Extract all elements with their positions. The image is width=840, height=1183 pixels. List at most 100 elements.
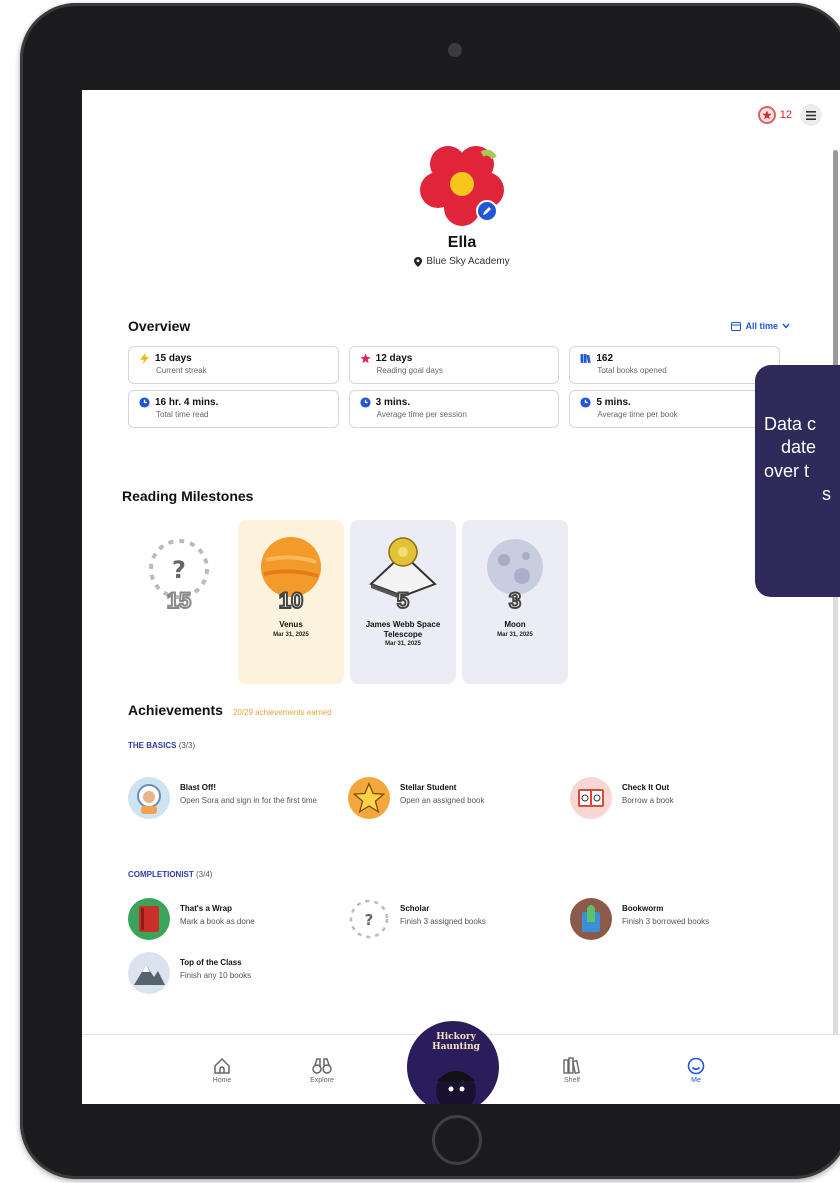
achievement-top-of-the-class[interactable]: Top of the Class Finish any 10 books: [128, 952, 338, 994]
user-name: Ella: [447, 234, 477, 251]
milestone-date: Mar 31, 2025: [273, 631, 309, 638]
star-badge[interactable]: 12: [757, 106, 792, 124]
star-count: 12: [779, 109, 792, 121]
nav-label: Me: [691, 1077, 701, 1084]
stat-card-books-opened: 162 Total books opened: [569, 346, 780, 384]
chevron-down-icon: [782, 323, 790, 329]
milestone-date: Mar 31, 2025: [497, 631, 533, 638]
stat-value: 15 days: [155, 353, 192, 364]
clock-icon: [139, 397, 150, 408]
achievement-desc: Open Sora and sign in for the first time: [180, 796, 317, 805]
achievement-scholar[interactable]: ? Scholar Finish 3 assigned books: [348, 898, 558, 940]
achievement-blast-off[interactable]: Blast Off! Open Sora and sign in for the…: [128, 777, 338, 819]
milestone-card-locked[interactable]: ? 15: [126, 520, 232, 684]
achievement-name: That's a Wrap: [180, 904, 232, 913]
milestone-name: Venus: [279, 620, 303, 629]
book-cover-art-icon: [436, 1071, 476, 1104]
open-book-icon: [570, 777, 612, 819]
camera: [448, 43, 462, 57]
info-tooltip: Data c date over t s: [755, 365, 840, 597]
profile-header: Ella Blue Sky Academy: [82, 142, 840, 267]
achievement-bookworm[interactable]: Bookworm Finish 3 borrowed books: [570, 898, 780, 940]
achievement-stellar-student[interactable]: Stellar Student Open an assigned book: [348, 777, 558, 819]
stat-label: Reading goal days: [376, 366, 443, 375]
home-icon: [214, 1057, 230, 1074]
stat-value: 162: [596, 353, 614, 364]
tablet-frame: 12 Ella Blue Sky Academy Overview All ti…: [20, 3, 840, 1179]
calendar-icon: [731, 322, 742, 331]
location-pin-icon: [414, 256, 423, 267]
time-filter-dropdown[interactable]: All time: [731, 321, 790, 331]
bookworm-icon: [570, 898, 612, 940]
achievement-check-it-out[interactable]: Check It Out Borrow a book: [570, 777, 780, 819]
stat-label: Average time per session: [376, 410, 467, 419]
group-progress: (3/3): [178, 741, 196, 750]
nav-explore[interactable]: Explore: [292, 1055, 352, 1084]
clock-icon: [580, 397, 591, 408]
binoculars-icon: [312, 1058, 332, 1074]
milestones-row: ? 15 10 Venus Mar 31, 2025 5 James Webb …: [126, 520, 568, 684]
milestones-title: Reading Milestones: [122, 488, 254, 504]
hamburger-icon: [806, 110, 816, 120]
shelf-icon: [563, 1057, 581, 1075]
achievement-name: Blast Off!: [180, 783, 216, 792]
tooltip-line: Data c: [764, 414, 817, 434]
overview-title: Overview: [128, 318, 191, 334]
nav-me[interactable]: Me: [666, 1055, 726, 1084]
stat-value: 16 hr. 4 mins.: [155, 397, 219, 408]
current-book-cover[interactable]: Hickory Haunting: [404, 1018, 502, 1104]
achievement-name: Top of the Class: [180, 958, 242, 967]
avatar[interactable]: [420, 142, 504, 226]
milestone-card-venus[interactable]: 10 Venus Mar 31, 2025: [238, 520, 344, 684]
school-line: Blue Sky Academy: [82, 256, 840, 267]
stat-value: 3 mins.: [375, 397, 411, 408]
stat-label: Current streak: [156, 366, 207, 375]
home-hardware-button[interactable]: [432, 1115, 482, 1165]
stat-value: 5 mins.: [596, 397, 631, 408]
achievement-desc: Finish any 10 books: [180, 971, 252, 980]
menu-button[interactable]: [800, 104, 822, 126]
achievement-name: Scholar: [400, 904, 430, 913]
stat-card-goal-days: 12 days Reading goal days: [348, 346, 560, 384]
stat-label: Total books opened: [597, 366, 667, 375]
achievements-count: 20/29 achievements earned: [232, 708, 332, 717]
stat-card-avg-session: 3 mins. Average time per session: [348, 390, 560, 428]
achievement-desc: Mark a book as done: [180, 917, 255, 926]
achievements-title: Achievements: [128, 702, 223, 718]
milestone-number: 15: [166, 587, 193, 614]
milestone-name: Moon: [504, 620, 526, 629]
star-icon: [360, 353, 371, 364]
group-label-basics: THE BASICS (3/3): [128, 741, 195, 750]
milestone-name: James Webb Space Telescope: [365, 620, 441, 639]
stellar-star-icon: [348, 777, 390, 819]
milestone-number: 10: [278, 587, 305, 614]
app-screen: 12 Ella Blue Sky Academy Overview All ti…: [82, 90, 840, 1104]
achievement-thats-a-wrap[interactable]: That's a Wrap Mark a book as done: [128, 898, 338, 940]
nav-shelf[interactable]: Shelf: [542, 1055, 602, 1084]
milestone-number: 3: [508, 587, 522, 614]
top-bar: 12: [757, 104, 822, 126]
achievement-name: Stellar Student: [400, 783, 457, 792]
overview-stats: 15 days Current streak 12 days Reading g…: [128, 346, 780, 428]
finished-book-icon: [128, 898, 170, 940]
milestone-card-moon[interactable]: 3 Moon Mar 31, 2025: [462, 520, 568, 684]
milestone-card-jwst[interactable]: 5 James Webb Space Telescope Mar 31, 202…: [350, 520, 456, 684]
tooltip-line: over t: [764, 460, 810, 481]
star-icon: [757, 106, 776, 124]
nav-home[interactable]: Home: [192, 1055, 252, 1084]
stat-card-streak: 15 days Current streak: [128, 346, 339, 384]
smiley-face-icon: [687, 1057, 705, 1075]
svg-text:?: ?: [365, 911, 374, 929]
achievement-desc: Borrow a book: [622, 796, 674, 805]
group-name: COMPLETIONIST: [128, 870, 194, 879]
tooltip-line: date: [781, 437, 817, 458]
time-filter-label: All time: [745, 321, 778, 331]
milestone-date: Mar 31, 2025: [385, 641, 421, 648]
stat-label: Average time per book: [597, 410, 678, 419]
group-progress: (3/4): [196, 870, 213, 879]
group-name: THE BASICS: [128, 741, 177, 750]
edit-avatar-button[interactable]: [476, 200, 498, 222]
mountain-icon: [128, 952, 170, 994]
nav-label: Shelf: [564, 1077, 580, 1084]
tooltip-line: s: [822, 484, 831, 505]
